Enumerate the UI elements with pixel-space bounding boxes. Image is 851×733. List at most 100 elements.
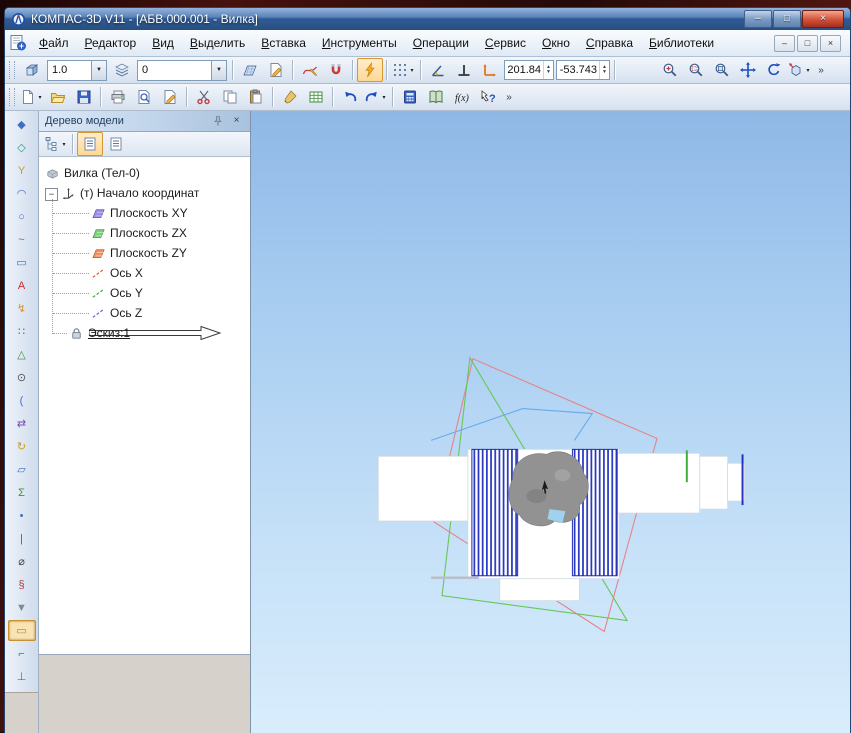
save-button[interactable] (71, 85, 97, 109)
titlebar[interactable]: КОМПАС-3D V11 - [АБВ.000.001 - Вилка] –□… (5, 8, 850, 30)
print-button[interactable] (105, 85, 131, 109)
child-restore-button[interactable]: □ (797, 35, 818, 52)
table-button[interactable] (303, 85, 329, 109)
pin-icon[interactable] (210, 114, 225, 128)
specification-tool[interactable]: § (8, 574, 36, 595)
fillet-tool[interactable]: ( (8, 390, 36, 411)
child-close-button[interactable]: × (820, 35, 841, 52)
standard-toolbar-overflow-button[interactable]: » (501, 85, 517, 109)
filter-tool[interactable]: ▼ (8, 597, 36, 618)
coord-x-field-spinner[interactable]: ▲▼ (543, 61, 553, 79)
open-button[interactable] (45, 85, 71, 109)
axis-tool[interactable]: | (8, 528, 36, 549)
composition-button[interactable] (77, 132, 103, 156)
text-tool[interactable]: А (8, 275, 36, 296)
close-panel-icon[interactable]: × (229, 114, 244, 128)
layer-combo-dropdown[interactable]: ▼ (211, 61, 226, 80)
viewport-3d[interactable] (251, 111, 850, 733)
coord-y-field-spinner[interactable]: ▲▼ (599, 61, 609, 79)
layer-combo[interactable]: 0▼ (137, 60, 227, 81)
tree-item-plane-zx[interactable]: Плоскость ZX (91, 223, 187, 243)
orientation-button[interactable]: ▾ (787, 58, 813, 82)
menu-item-4[interactable]: Выделить (182, 32, 253, 54)
menu-item-2[interactable]: Редактор (77, 32, 145, 54)
undo-button[interactable] (337, 85, 363, 109)
local-cs-button[interactable] (237, 58, 263, 82)
context-help-button[interactable]: ? (475, 85, 501, 109)
coord-x-field[interactable]: 201.84▲▼ (504, 60, 554, 80)
redo-button-caret[interactable]: ▾ (380, 94, 388, 101)
snap-settings-button[interactable] (323, 58, 349, 82)
zoom-frame-button[interactable] (683, 58, 709, 82)
view-toolbar-overflow-button[interactable]: » (813, 58, 829, 82)
measure-tool[interactable]: ⌀ (8, 551, 36, 572)
new-document-button[interactable]: ▾ (19, 85, 45, 109)
zoom-all-button[interactable] (709, 58, 735, 82)
sketch-tool[interactable]: ◆ (8, 114, 36, 135)
quick-snap-button[interactable] (357, 58, 383, 82)
menu-item-11[interactable]: Библиотеки (641, 32, 722, 54)
orientation-button-caret[interactable]: ▾ (804, 67, 812, 74)
view-toolbar-grip[interactable] (9, 61, 15, 79)
menu-item-9[interactable]: Окно (534, 32, 578, 54)
rib-tool[interactable]: △ (8, 344, 36, 365)
current-view-button[interactable] (19, 58, 45, 82)
menu-item-7[interactable]: Операции (405, 32, 477, 54)
edit-spline-button[interactable] (297, 58, 323, 82)
tree-display-button-caret[interactable]: ▾ (60, 141, 68, 148)
grid-button[interactable]: ▾ (391, 58, 417, 82)
scale-combo-dropdown[interactable]: ▼ (91, 61, 106, 80)
paste-button[interactable] (243, 85, 269, 109)
grid-button-caret[interactable]: ▾ (408, 67, 416, 74)
tree-item-axis-y[interactable]: Ось Y (91, 283, 143, 303)
mirror-tool[interactable]: ⇄ (8, 413, 36, 434)
plane-tool[interactable]: ▱ (8, 459, 36, 480)
arc-tool[interactable]: ◠ (8, 183, 36, 204)
rectangle-tool[interactable]: ▭ (8, 252, 36, 273)
angle-snap-button[interactable] (425, 58, 451, 82)
revolve-tool[interactable]: ↻ (8, 436, 36, 457)
tree-item-plane-zy[interactable]: Плоскость ZY (91, 243, 187, 263)
aux-geometry-tool[interactable]: Y (8, 160, 36, 181)
library-manager-button[interactable] (423, 85, 449, 109)
mass-properties-tool[interactable]: Σ (8, 482, 36, 503)
edit-sketch-button[interactable] (263, 58, 289, 82)
cut-button[interactable] (191, 85, 217, 109)
child-minimize-button[interactable]: – (774, 35, 795, 52)
params-button[interactable] (103, 132, 129, 156)
copy-button[interactable] (217, 85, 243, 109)
model-tree-header[interactable]: Дерево модели × (39, 111, 250, 132)
tree-item-sketch[interactable]: Эскиз:1 (69, 323, 130, 343)
axes-orientation-button[interactable] (477, 58, 503, 82)
tree-item-root[interactable]: Вилка (Тел-0) (45, 163, 140, 183)
tree-item-axis-z[interactable]: Ось Z (91, 303, 142, 323)
menu-item-5[interactable]: Вставка (253, 32, 314, 54)
hatch-tool[interactable]: ↯ (8, 298, 36, 319)
variables-button[interactable]: f(x) (449, 85, 475, 109)
sheet-metal-tool[interactable]: ⌐ (8, 643, 36, 664)
minimize-button[interactable]: – (744, 10, 772, 28)
copy-properties-button[interactable] (277, 85, 303, 109)
coord-y-field[interactable]: -53.743▲▼ (556, 60, 610, 80)
array-tool[interactable]: ∷ (8, 321, 36, 342)
rotate-button[interactable] (761, 58, 787, 82)
hole-tool[interactable]: ⊙ (8, 367, 36, 388)
pan-button[interactable] (735, 58, 761, 82)
menu-item-8[interactable]: Сервис (477, 32, 534, 54)
circle-tool[interactable]: ○ (8, 206, 36, 227)
constraint-tool[interactable]: ⊥ (8, 666, 36, 687)
standard-toolbar-grip[interactable] (9, 88, 15, 106)
tree-display-button[interactable]: ▾ (43, 132, 69, 156)
sketch-mode-tool[interactable]: ▭ (8, 620, 36, 641)
menu-item-10[interactable]: Справка (578, 32, 641, 54)
scale-combo[interactable]: 1.0▼ (47, 60, 107, 81)
close-button[interactable]: × (802, 10, 844, 28)
menu-item-1[interactable]: Файл (31, 32, 77, 54)
surface-tool[interactable]: ◇ (8, 137, 36, 158)
new-document-button-caret[interactable]: ▾ (36, 94, 44, 101)
layers-button[interactable] (109, 58, 135, 82)
zoom-in-button[interactable] (657, 58, 683, 82)
tree-item-plane-xy[interactable]: Плоскость XY (91, 203, 188, 223)
tree-item-origin[interactable]: (т) Начало координат (61, 183, 199, 203)
spline-tool[interactable]: ~ (8, 229, 36, 250)
